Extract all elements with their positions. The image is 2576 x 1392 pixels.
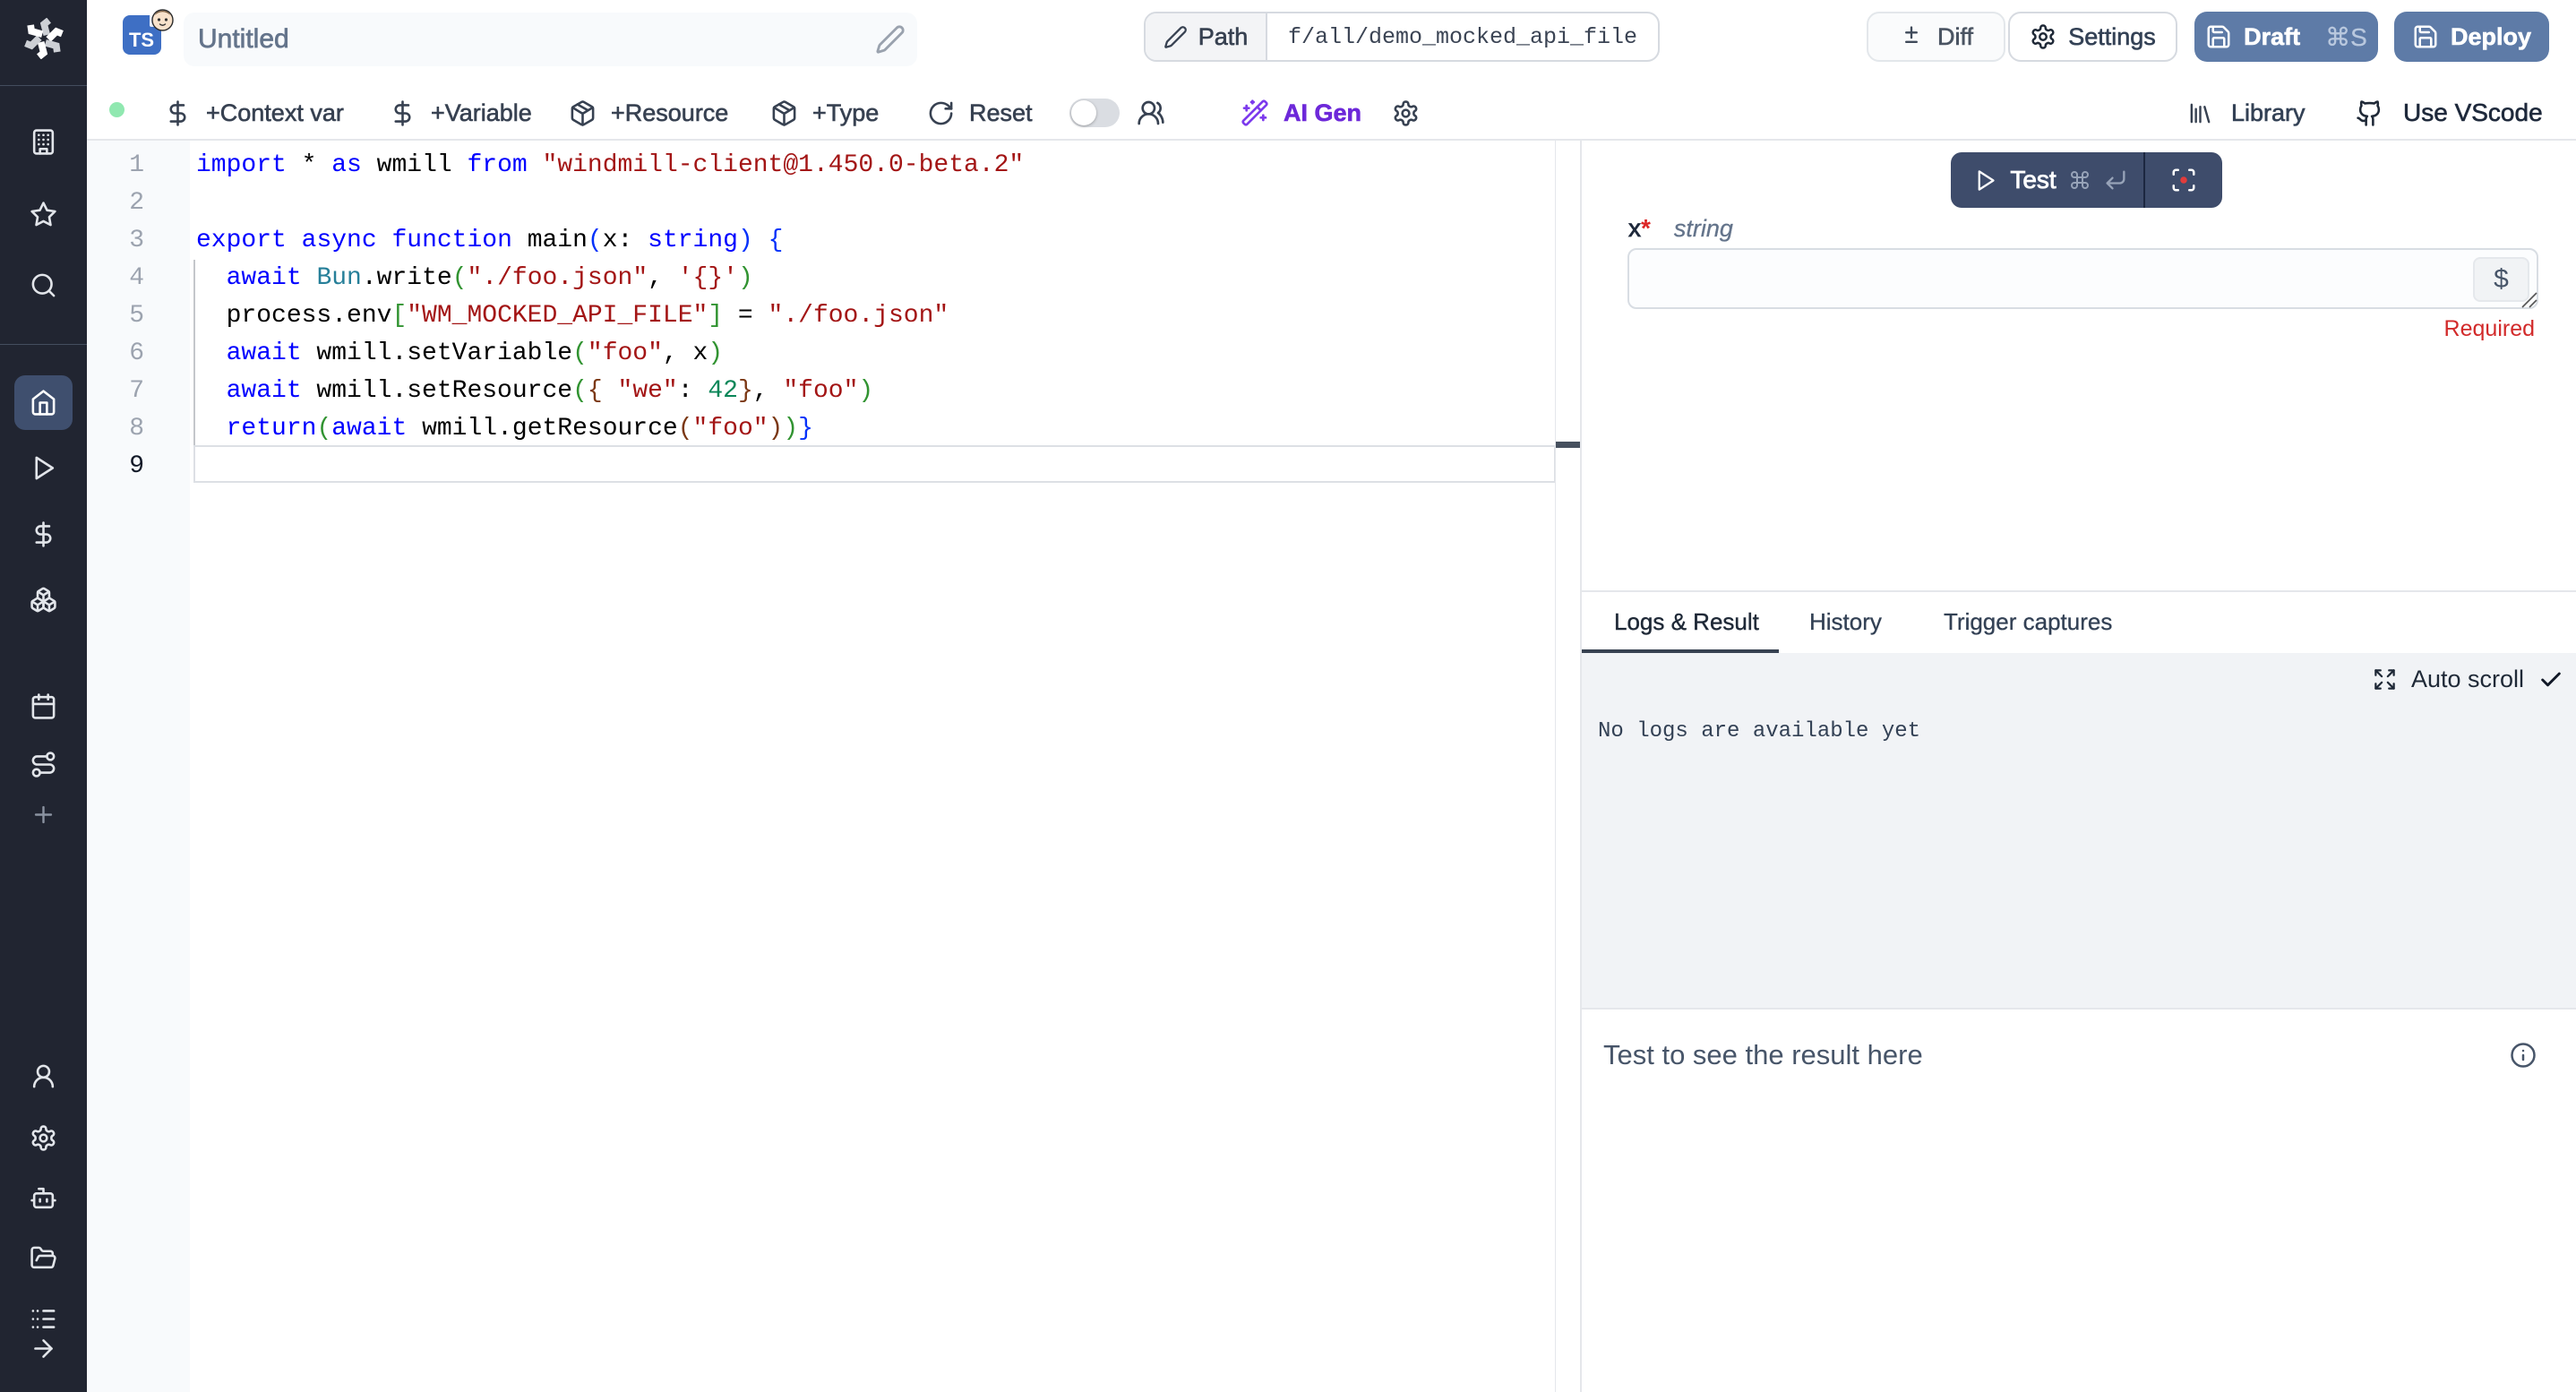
svg-text:TS: TS — [129, 29, 154, 51]
